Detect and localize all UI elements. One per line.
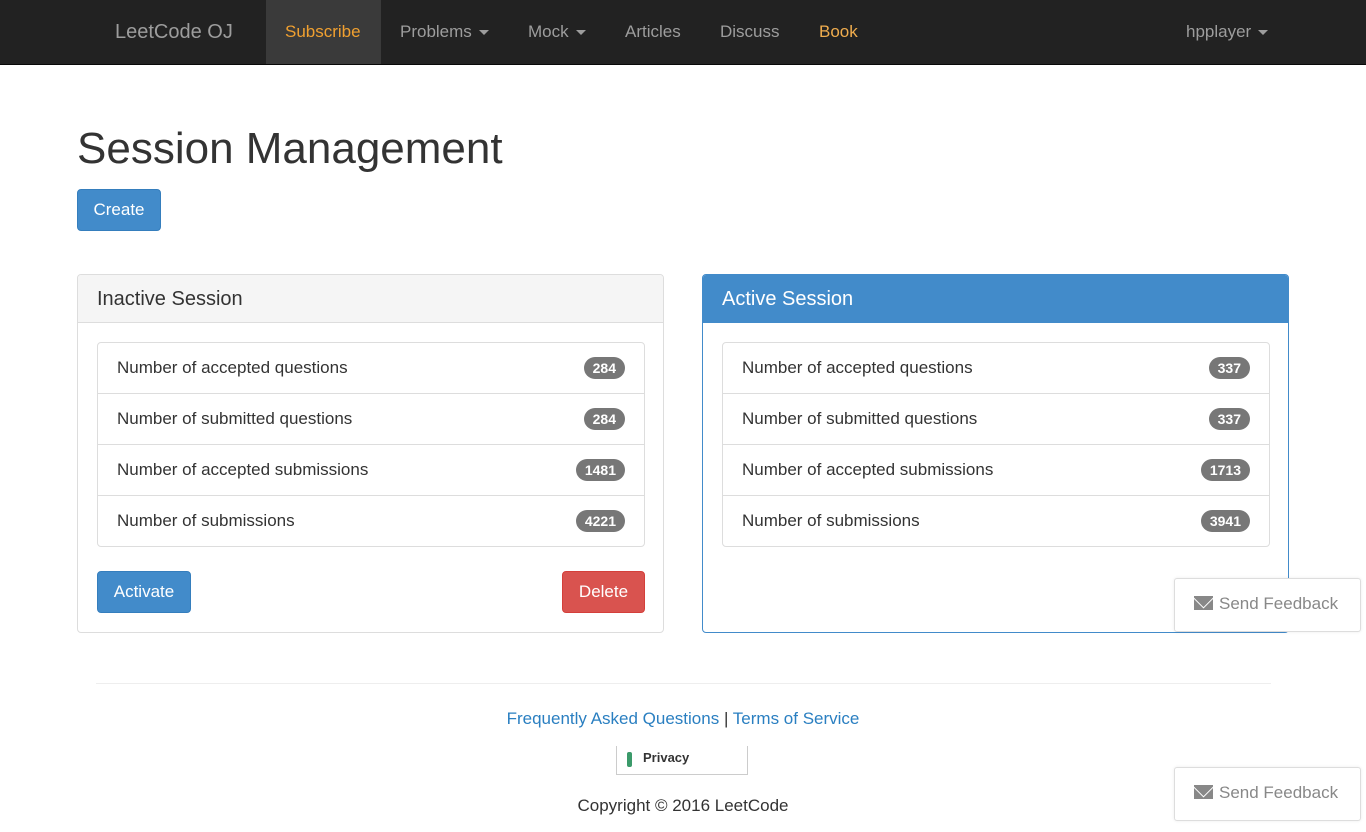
copyright: Copyright © 2016 LeetCode xyxy=(577,796,789,815)
terms-link[interactable]: Terms of Service xyxy=(733,709,860,728)
list-item: Number of accepted questions 337 xyxy=(723,343,1269,394)
page-title: Session Management xyxy=(77,124,503,173)
nav-mock[interactable]: Mock xyxy=(509,0,605,64)
stat-label: Number of submissions xyxy=(117,511,295,530)
privacy-label: Privacy xyxy=(643,750,690,765)
list-item: Number of accepted submissions 1481 xyxy=(98,445,644,496)
stat-label: Number of submitted questions xyxy=(117,409,353,428)
list-item: Number of accepted submissions 1713 xyxy=(723,445,1269,496)
brand-logo[interactable]: LeetCode OJ xyxy=(115,0,233,64)
stat-label: Number of accepted submissions xyxy=(742,460,994,479)
list-item: Number of submissions 3941 xyxy=(723,496,1269,546)
privacy-badge[interactable]: Privacy xyxy=(616,746,748,775)
count-badge: 337 xyxy=(1208,357,1250,379)
user-menu[interactable]: hpplayer xyxy=(1167,0,1287,64)
create-button[interactable]: Create xyxy=(77,189,161,231)
nav-discuss[interactable]: Discuss xyxy=(701,0,799,64)
stat-label: Number of submitted questions xyxy=(742,409,978,428)
chevron-down-icon xyxy=(575,30,586,36)
activate-button[interactable]: Activate xyxy=(97,571,191,613)
inactive-stats-list: Number of accepted questions 284 Number o… xyxy=(97,342,645,547)
top-navbar: LeetCode OJ Subscribe Problems Mock Arti… xyxy=(0,0,1366,65)
nav-mock-label: Mock xyxy=(528,22,569,41)
chevron-down-icon xyxy=(478,30,489,36)
mail-icon xyxy=(1194,596,1213,610)
stat-label: Number of accepted questions xyxy=(742,358,973,377)
footer-separator: | xyxy=(723,709,729,728)
active-stats-list: Number of accepted questions 337 Number o… xyxy=(722,342,1270,547)
stat-label: Number of accepted submissions xyxy=(117,460,369,479)
nav-problems-label: Problems xyxy=(400,22,472,41)
list-item: Number of submissions 4221 xyxy=(98,496,644,546)
nav-articles[interactable]: Articles xyxy=(606,0,700,64)
footer-links: Frequently Asked Questions | Terms of Se… xyxy=(0,709,1366,729)
count-badge: 284 xyxy=(583,357,625,379)
list-item: Number of submitted questions 337 xyxy=(723,394,1269,445)
send-feedback-button[interactable]: Send Feedback xyxy=(1174,578,1361,632)
faq-link[interactable]: Frequently Asked Questions xyxy=(507,709,720,728)
nav-book[interactable]: Book xyxy=(800,0,877,64)
nav-problems[interactable]: Problems xyxy=(381,0,508,64)
nav-subscribe[interactable]: Subscribe xyxy=(266,0,381,64)
list-item: Number of submitted questions 284 xyxy=(98,394,644,445)
count-badge: 1713 xyxy=(1200,459,1250,481)
active-session-heading: Active Session xyxy=(703,275,1288,323)
count-badge: 3941 xyxy=(1200,510,1250,532)
delete-button[interactable]: Delete xyxy=(562,571,645,613)
count-badge: 1481 xyxy=(575,459,625,481)
footer-divider xyxy=(96,683,1271,684)
inactive-session-panel: Inactive Session Number of accepted ques… xyxy=(77,274,664,633)
count-badge: 337 xyxy=(1208,408,1250,430)
chevron-down-icon xyxy=(1258,30,1269,36)
list-item: Number of accepted questions 284 xyxy=(98,343,644,394)
count-badge: 284 xyxy=(583,408,625,430)
send-feedback-label: Send Feedback xyxy=(1219,594,1339,613)
username: hpplayer xyxy=(1186,22,1252,41)
lock-icon xyxy=(627,752,632,767)
inactive-session-heading: Inactive Session xyxy=(78,275,663,323)
count-badge: 4221 xyxy=(575,510,625,532)
stat-label: Number of submissions xyxy=(742,511,920,530)
stat-label: Number of accepted questions xyxy=(117,358,348,377)
